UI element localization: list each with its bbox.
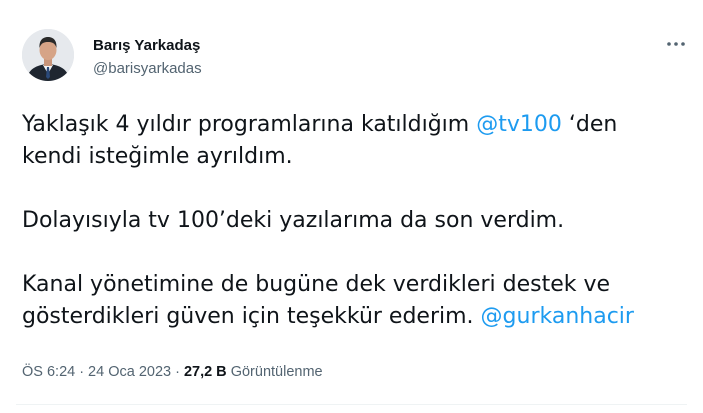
tweet-line: Kanal yönetimine de bugüne dek verdikler…: [22, 272, 611, 297]
tweet-text-segment: gösterdikleri güven için teşekkür ederim…: [22, 304, 481, 329]
author-block: Barış Yarkadaş @barisyarkadas: [93, 36, 202, 79]
meta-separator: ·: [79, 364, 85, 380]
tweet-line: Dolayısıyla tv 100’deki yazılarıma da so…: [22, 208, 565, 233]
tweet-line: gösterdikleri güven için teşekkür ederim…: [22, 301, 692, 333]
tweet-card: Barış Yarkadaş @barisyarkadas Yaklaşık 4…: [0, 0, 703, 413]
tweet-text: Yaklaşık 4 yıldır programlarına katıldığ…: [22, 109, 692, 333]
avatar[interactable]: [22, 29, 74, 81]
tweet-text-segment: Yaklaşık 4 yıldır programlarına katıldığ…: [22, 112, 477, 137]
divider: [16, 404, 687, 405]
avatar-photo-icon: [22, 29, 74, 81]
tweet-meta: ÖS 6:24 · 24 Oca 2023 · 27,2 B Görüntülenme: [22, 362, 323, 382]
meta-separator: ·: [175, 364, 180, 380]
tweet-line: Yaklaşık 4 yıldır programlarına katıldığ…: [22, 109, 692, 141]
more-options-button[interactable]: [664, 36, 688, 52]
tweet-text-segment: ‘den: [561, 112, 618, 137]
more-dots-icon: [667, 42, 685, 46]
mention-link-tv100[interactable]: @tv100: [476, 112, 562, 137]
tweet-line: kendi isteğimle ayrıldım.: [22, 144, 293, 169]
views-label: Görüntülenme: [230, 364, 323, 380]
tweet-time[interactable]: ÖS 6:24: [22, 364, 75, 380]
tweet-date[interactable]: 24 Oca 2023: [88, 364, 171, 380]
author-display-name[interactable]: Barış Yarkadaş: [93, 36, 202, 56]
mention-link-gurkanhacir[interactable]: @gurkanhacir: [481, 304, 634, 329]
author-handle[interactable]: @barisyarkadas: [93, 59, 202, 79]
views-count: 27,2 B: [183, 364, 227, 380]
